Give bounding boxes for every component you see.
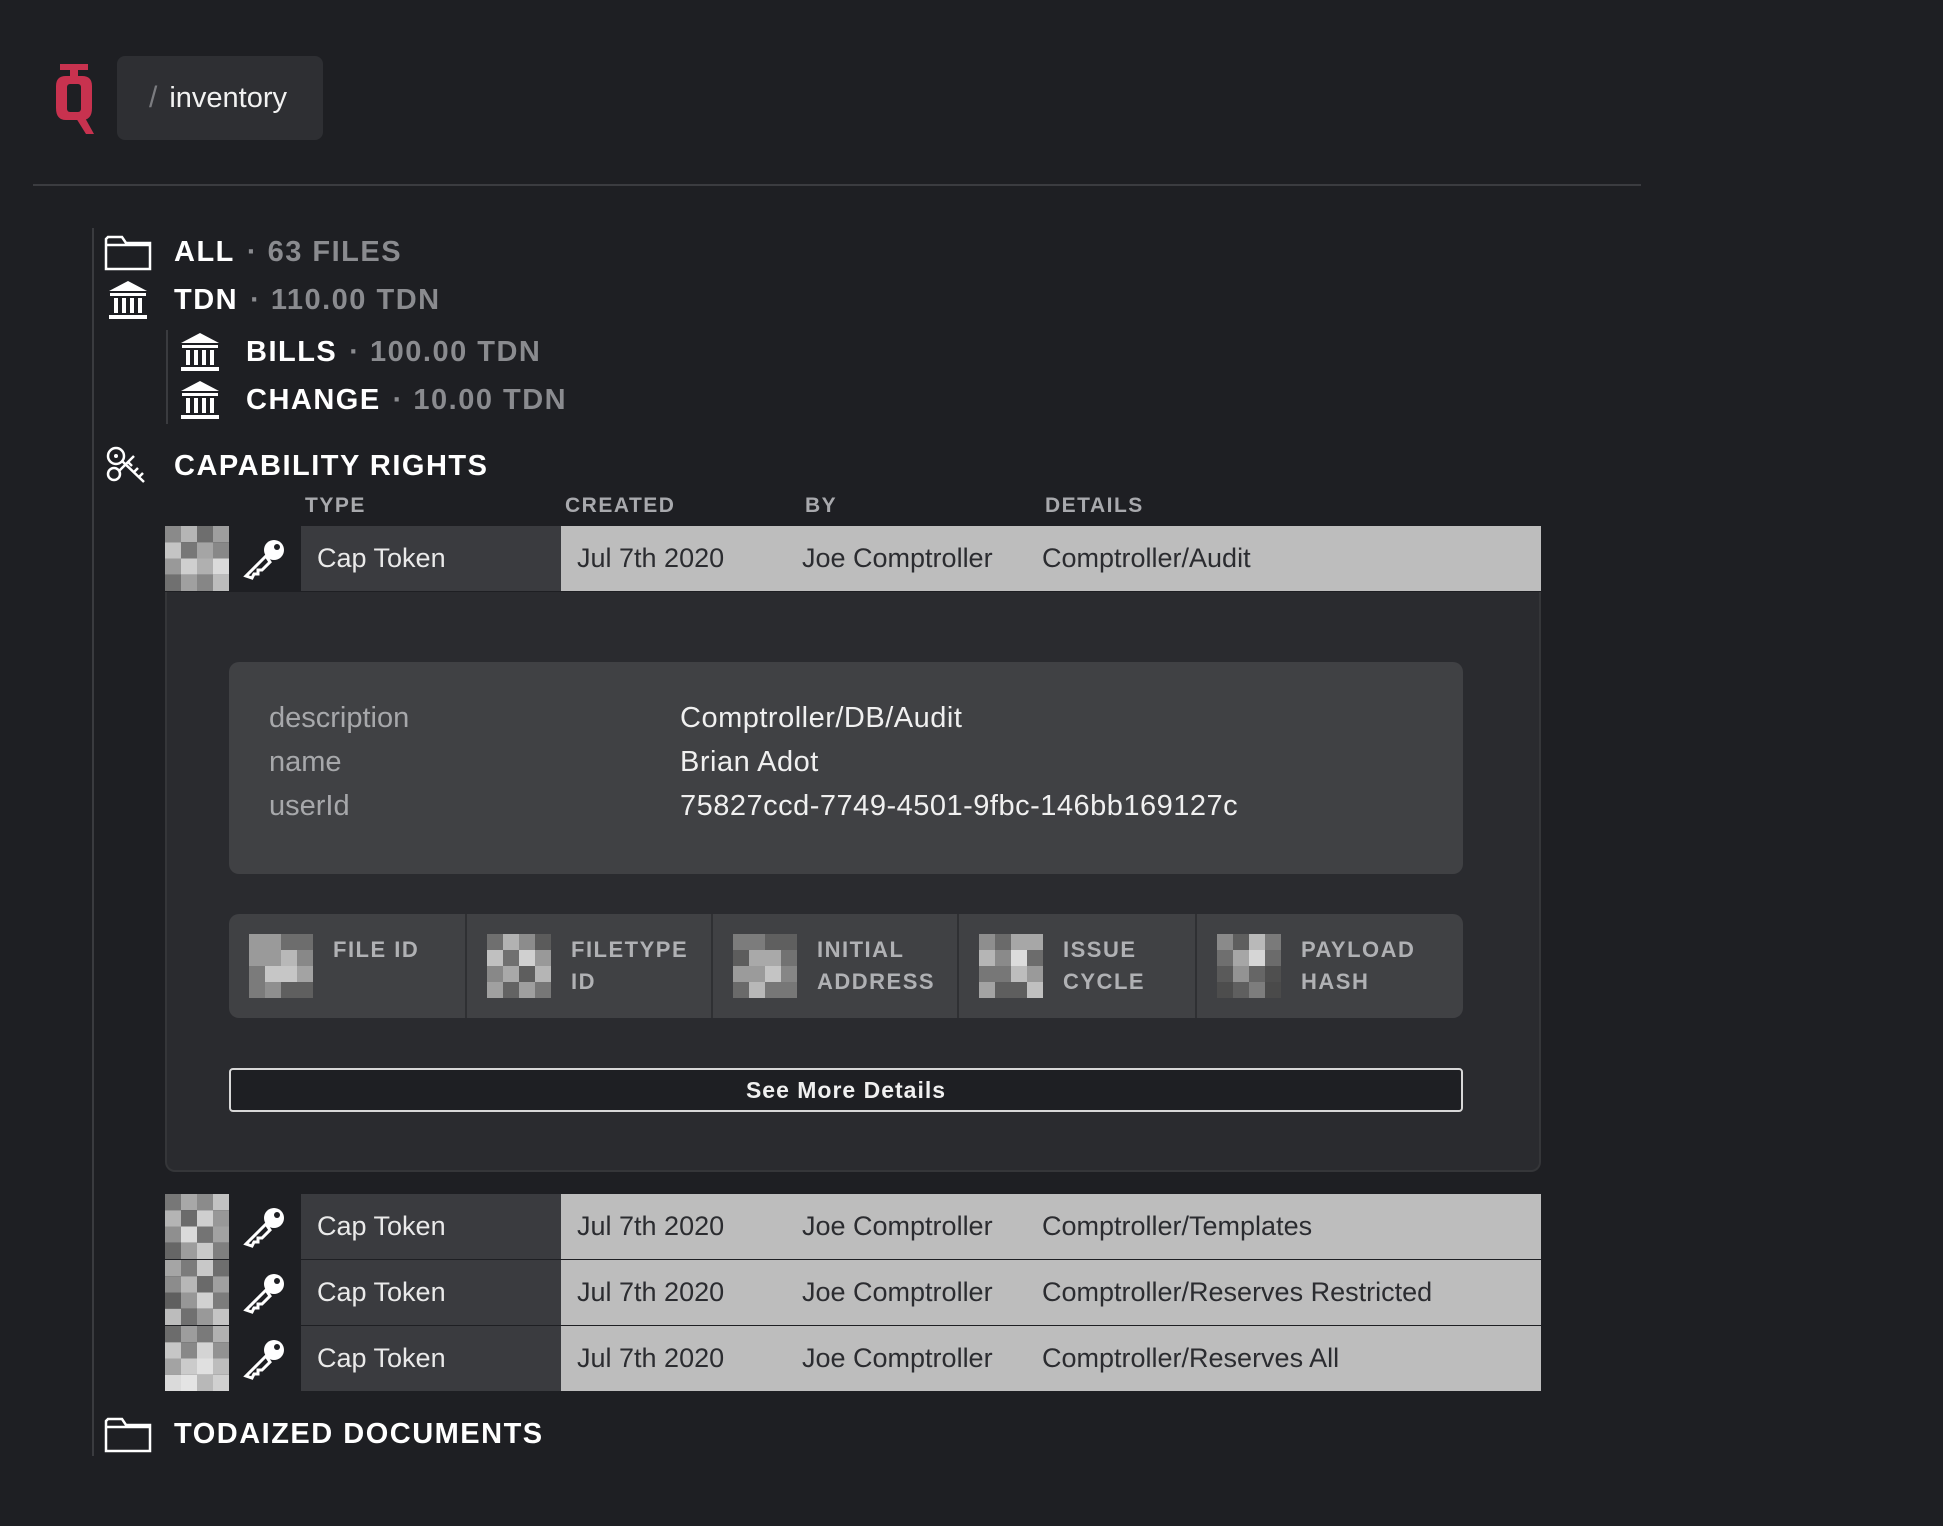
row-details: Jul 7th 2020 Joe Comptroller Comptroller… [561, 1194, 1541, 1259]
folder-icon [104, 1412, 152, 1456]
prop-key: name [269, 746, 342, 778]
identicon [165, 1194, 229, 1259]
row-by: Joe Comptroller [802, 1277, 993, 1307]
tree-line-main [92, 228, 94, 1456]
row-detail-path: Comptroller/Reserves All [1042, 1343, 1340, 1373]
key-icon [229, 526, 301, 591]
row-created: Jul 7th 2020 [577, 1277, 725, 1307]
chip-label: INITIAL ADDRESS [817, 937, 936, 994]
row-details: Jul 7th 2020 Joe Comptroller Comptroller… [561, 1260, 1541, 1325]
prop-key: description [269, 702, 410, 734]
chip-label: PAYLOAD HASH [1301, 937, 1416, 994]
row-type: Cap Token [301, 1326, 561, 1391]
tree-node-todaized-documents[interactable]: TODAIZED DOCUMENTS [104, 1410, 544, 1458]
column-header-created: CREATED [565, 494, 676, 517]
row-created: Jul 7th 2020 [577, 1343, 725, 1373]
identicon [165, 1260, 229, 1325]
tree-node-meta: · 100.00 TDN [349, 335, 542, 368]
column-header-details: DETAILS [1045, 494, 1144, 517]
row-type: Cap Token [301, 1194, 561, 1259]
row-created: Jul 7th 2020 [577, 1211, 725, 1241]
bank-icon [176, 378, 224, 422]
row-by: Joe Comptroller [802, 1343, 993, 1373]
tree-node-all[interactable]: ALL · 63 FILES [104, 228, 402, 276]
tree-node-label: BILLS [246, 335, 338, 368]
tree-node-label: TDN [174, 283, 239, 316]
key-icon [229, 1194, 301, 1259]
hash-chips: FILE ID FILETYPE ID INITIAL ADDRESS ISSU… [229, 914, 1463, 1018]
tree-node-label: CAPABILITY RIGHTS [174, 449, 489, 482]
tree-node-capability-rights[interactable]: CAPABILITY RIGHTS [104, 442, 488, 490]
row-type: Cap Token [301, 1260, 561, 1325]
table-row[interactable]: Cap Token Jul 7th 2020 Joe Comptroller C… [165, 1194, 1541, 1259]
row-by: Joe Comptroller [802, 1211, 993, 1241]
column-header-type: TYPE [305, 494, 366, 517]
bank-icon [176, 330, 224, 374]
identicon [249, 934, 313, 998]
see-more-details-button[interactable]: See More Details [229, 1068, 1463, 1112]
breadcrumb-separator: / [149, 81, 158, 114]
prop-key: userId [269, 790, 350, 822]
row-type: Cap Token [301, 526, 561, 591]
table-row[interactable]: Cap Token Jul 7th 2020 Joe Comptroller C… [165, 1326, 1541, 1391]
expanded-row-panel: description Comptroller/DB/Audit name Br… [165, 592, 1541, 1172]
breadcrumb[interactable]: / inventory [117, 56, 323, 140]
chip-initial-address[interactable]: INITIAL ADDRESS [713, 914, 959, 1018]
row-detail-path: Comptroller/Reserves Restricted [1042, 1277, 1433, 1307]
tree-node-label: ALL [174, 235, 235, 268]
row-detail-path: Comptroller/Templates [1042, 1211, 1313, 1241]
table-row[interactable]: Cap Token Jul 7th 2020 Joe Comptroller C… [165, 1260, 1541, 1325]
tree-node-meta: · 63 FILES [246, 235, 403, 268]
tree-node-meta: · 110.00 TDN [250, 283, 441, 316]
header-divider [33, 184, 1641, 186]
chip-label: ISSUE CYCLE [1063, 937, 1146, 994]
app-logo-icon[interactable] [52, 64, 96, 136]
chip-payload-hash[interactable]: PAYLOAD HASH [1197, 914, 1463, 1018]
prop-value: Brian Adot [680, 746, 819, 778]
identicon [733, 934, 797, 998]
identicon [1217, 934, 1281, 998]
identicon [165, 1326, 229, 1391]
tree-node-meta: · 10.00 TDN [392, 383, 568, 416]
row-details: Jul 7th 2020 Joe Comptroller Comptroller… [561, 1326, 1541, 1391]
key-icon [229, 1260, 301, 1325]
row-by: Joe Comptroller [802, 543, 993, 573]
tree-node-bills[interactable]: BILLS · 100.00 TDN [176, 328, 541, 376]
chip-filetype-id[interactable]: FILETYPE ID [467, 914, 713, 1018]
identicon [487, 934, 551, 998]
breadcrumb-current: inventory [169, 81, 288, 114]
prop-value: 75827ccd-7749-4501-9fbc-146bb169127c [680, 790, 1239, 822]
prop-value: Comptroller/DB/Audit [680, 702, 963, 734]
identicon [165, 526, 229, 591]
tree-node-change[interactable]: CHANGE · 10.00 TDN [176, 376, 567, 424]
identicon [979, 934, 1043, 998]
tree-line-tdn [166, 330, 168, 424]
tree-node-label: CHANGE [246, 383, 381, 416]
folder-icon [104, 230, 152, 274]
row-created: Jul 7th 2020 [577, 543, 725, 573]
key-icon [229, 1326, 301, 1391]
tree-node-label: TODAIZED DOCUMENTS [174, 1417, 544, 1450]
column-header-by: BY [805, 494, 838, 517]
keys-icon [104, 444, 152, 488]
bank-icon [104, 278, 152, 322]
chip-label: FILETYPE ID [571, 937, 689, 994]
tree-node-tdn[interactable]: TDN · 110.00 TDN [104, 276, 441, 324]
chip-file-id[interactable]: FILE ID [229, 914, 467, 1018]
chip-label: FILE ID [333, 937, 420, 962]
row-detail-path: Comptroller/Audit [1042, 543, 1251, 573]
table-row[interactable]: Cap Token Jul 7th 2020 Joe Comptroller C… [165, 526, 1541, 591]
chip-issue-cycle[interactable]: ISSUE CYCLE [959, 914, 1197, 1018]
properties-card: description Comptroller/DB/Audit name Br… [229, 662, 1463, 874]
row-details: Jul 7th 2020 Joe Comptroller Comptroller… [561, 526, 1541, 591]
